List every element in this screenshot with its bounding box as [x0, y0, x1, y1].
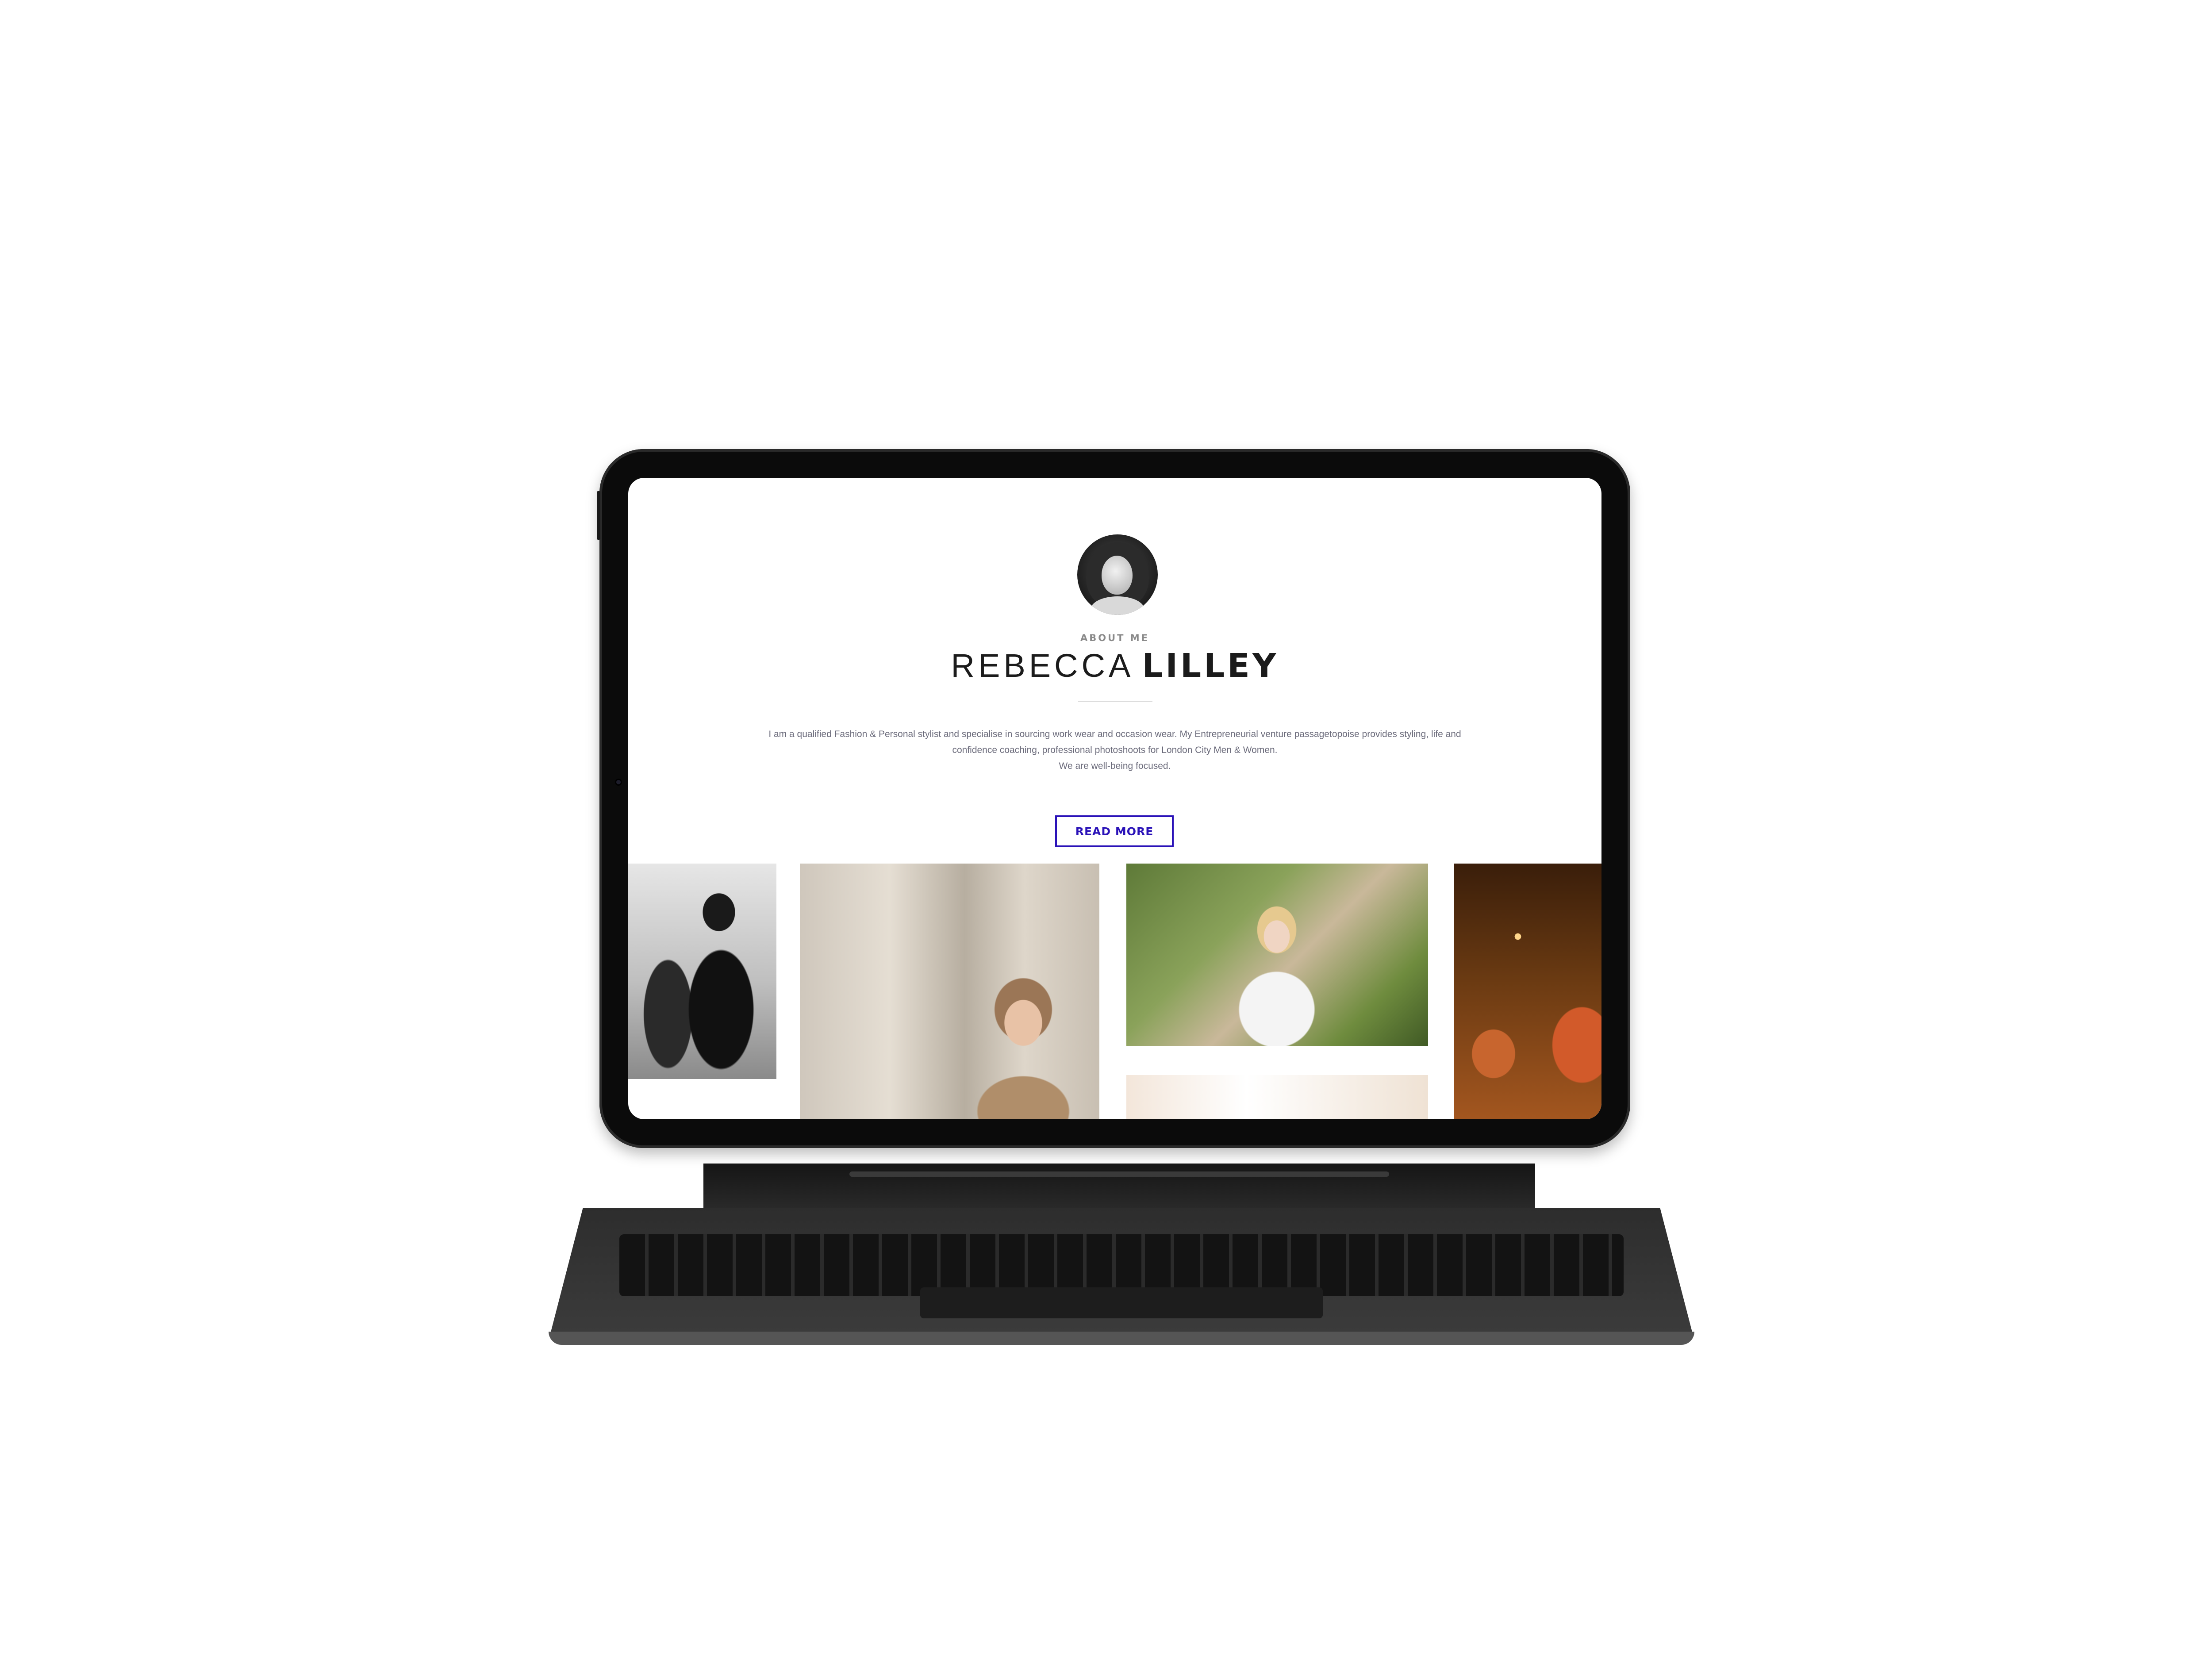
divider	[1078, 701, 1152, 702]
camera	[615, 779, 622, 786]
bio-text: I am a qualified Fashion & Personal styl…	[739, 726, 1491, 774]
trackpad	[920, 1287, 1323, 1318]
gallery-photo-3[interactable]	[1126, 864, 1428, 1046]
first-name: REBECCA	[951, 647, 1134, 684]
avatar	[1077, 534, 1158, 615]
keyboard-edge	[549, 1332, 1694, 1345]
last-name: LILLEY	[1142, 647, 1279, 685]
gallery-photo-1[interactable]	[628, 864, 776, 1079]
bio-line: We are well-being focused.	[1059, 761, 1171, 771]
bio-line: I am a qualified Fashion & Personal styl…	[768, 729, 1461, 739]
bio-line: confidence coaching, professional photos…	[952, 745, 1278, 755]
tablet-device: ABOUT ME REBECCA LILLEY I am a qualified …	[597, 449, 1630, 1148]
side-button	[597, 491, 600, 540]
gallery-photo-2[interactable]	[800, 864, 1099, 1119]
screen: ABOUT ME REBECCA LILLEY I am a qualified …	[628, 478, 1601, 1119]
photo-gallery	[628, 864, 1601, 1119]
key-rows	[619, 1234, 1624, 1296]
gallery-photo-5[interactable]	[1126, 1075, 1428, 1119]
gallery-photo-4[interactable]	[1454, 864, 1601, 1119]
profile-name: REBECCA LILLEY	[628, 646, 1601, 686]
read-more-button[interactable]: READ MORE	[1055, 815, 1174, 847]
keyboard-hinge	[703, 1164, 1535, 1212]
section-eyebrow: ABOUT ME	[1080, 633, 1150, 643]
